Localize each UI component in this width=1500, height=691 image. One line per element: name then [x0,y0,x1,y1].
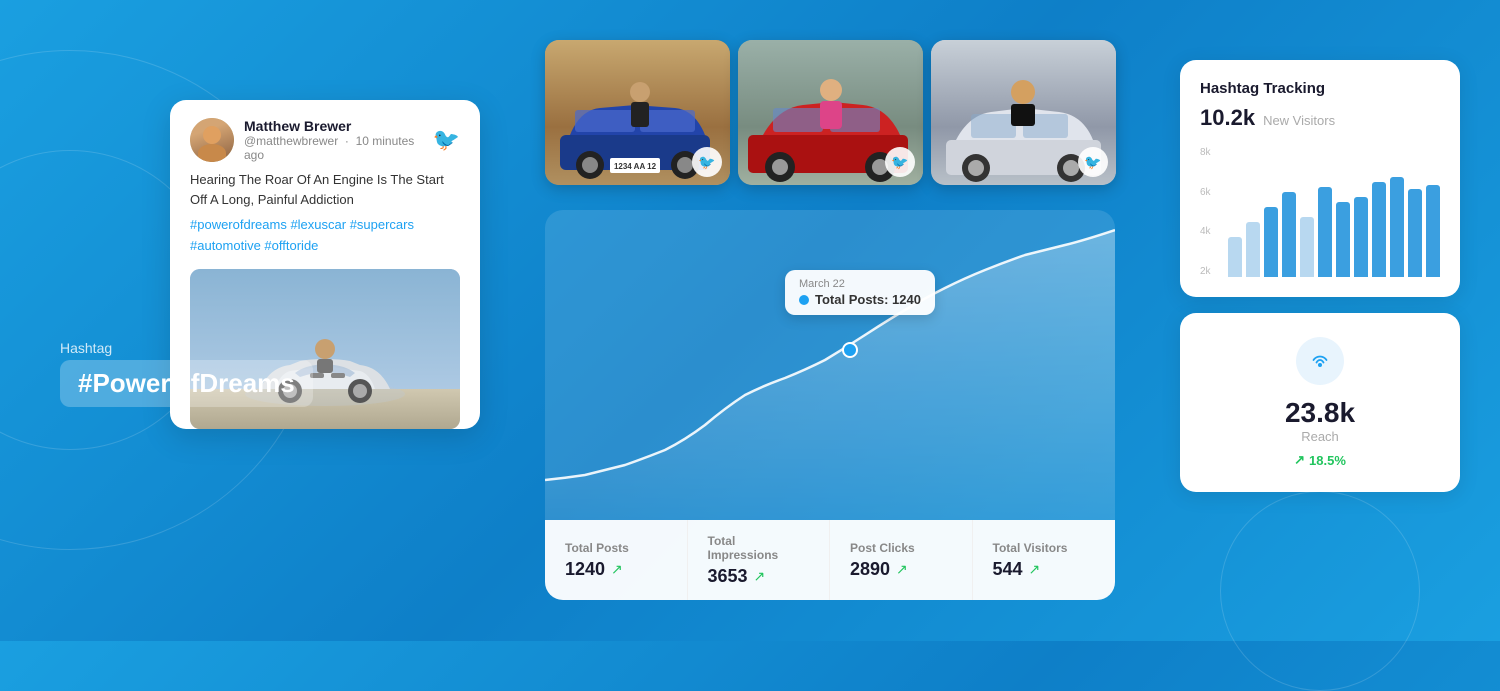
stat-value-clicks: 2890 [850,559,890,580]
tweet-author: Matthew Brewer @matthewbrewer · 10 minut… [244,118,433,162]
bar-9 [1390,177,1404,277]
photo-grid: 1234 AA 12 🐦 [545,40,1116,185]
hashtag-tracking-card: Hashtag Tracking 10.2k New Visitors 8k 6… [1180,60,1460,297]
stat-arrow-clicks: ↗ [896,561,908,578]
stat-value-posts: 1240 [565,559,605,580]
photo-card-2: 🐦 [738,40,923,185]
twitter-badge-2: 🐦 [885,147,915,177]
visitors-row: 10.2k New Visitors [1200,105,1440,131]
stat-label-visitors: Total Visitors [993,541,1068,555]
stat-value-row-visitors: 544 ↗ [993,559,1041,580]
bars-wrapper [1228,147,1440,277]
hashtag-label: Hashtag #PowerOfDreams [60,340,313,407]
chart-tooltip: March 22 Total Posts: 1240 [785,270,935,315]
twitter-icon: 🐦 [433,127,460,153]
photo-card-3: 🐦 [931,40,1116,185]
chart-area: March 22 Total Posts: 1240 [545,210,1115,520]
stat-total-posts: Total Posts 1240 ↗ [545,520,688,600]
visitors-label: New Visitors [1263,113,1335,128]
stat-arrow-visitors: ↗ [1029,561,1041,578]
y-axis: 8k 6k 4k 2k [1200,147,1211,277]
bar-4 [1300,217,1314,277]
twitter-badge-3: 🐦 [1078,147,1108,177]
stat-post-clicks: Post Clicks 2890 ↗ [830,520,973,600]
tooltip-date: March 22 [799,278,921,290]
stat-total-visitors: Total Visitors 544 ↗ [973,520,1116,600]
hashtag-category: Hashtag [60,340,313,356]
bar-10 [1408,189,1422,277]
wifi-icon [1296,337,1344,385]
growth-value: 18.5% [1309,453,1346,468]
tweet-text: Hearing The Roar Of An Engine Is The Sta… [190,170,460,209]
stat-value-row-clicks: 2890 ↗ [850,559,908,580]
tweet-header: Matthew Brewer @matthewbrewer · 10 minut… [190,118,460,162]
stat-label-posts: Total Posts [565,541,629,555]
photo-card-1: 1234 AA 12 🐦 [545,40,730,185]
reach-value: 23.8k [1285,397,1355,429]
tooltip-dot [799,295,809,305]
stat-value-row-posts: 1240 ↗ [565,559,623,580]
stat-label-clicks: Post Clicks [850,541,915,555]
stat-label-impressions: Total Impressions [708,534,810,562]
bg-decoration-3 [1220,491,1420,691]
bar-8 [1372,182,1386,277]
tooltip-content: Total Posts: 1240 [799,292,921,307]
growth-arrow-icon: ↗ [1294,452,1305,468]
svg-text:1234 AA 12: 1234 AA 12 [614,162,657,171]
bar-5 [1318,187,1332,277]
right-panel: Hashtag Tracking 10.2k New Visitors 8k 6… [1180,60,1460,492]
avatar [190,118,234,162]
tweet-hashtags: #powerofdreams #lexuscar #supercars #aut… [190,215,460,257]
bar-7 [1354,197,1368,277]
visitors-count: 10.2k [1200,105,1255,131]
reach-card: 23.8k Reach ↗ 18.5% [1180,313,1460,492]
hashtag-tracking-title: Hashtag Tracking [1200,80,1440,97]
bar-6 [1336,202,1350,277]
bar-11 [1426,185,1440,277]
author-handle: @matthewbrewer · 10 minutes ago [244,134,433,162]
stat-value-impressions: 3653 [708,566,748,587]
bar-2 [1264,207,1278,277]
twitter-badge-1: 🐦 [692,147,722,177]
stat-total-impressions: Total Impressions 3653 ↗ [688,520,831,600]
author-name: Matthew Brewer [244,118,433,134]
bar-3 [1282,192,1296,277]
stat-value-row-impressions: 3653 ↗ [708,566,766,587]
bar-0 [1228,237,1242,277]
chart-section: March 22 Total Posts: 1240 Total Posts 1… [545,210,1115,600]
stat-arrow-posts: ↗ [611,561,623,578]
reach-growth: ↗ 18.5% [1294,452,1346,468]
bar-chart: 8k 6k 4k 2k [1200,147,1440,277]
chart-stats: Total Posts 1240 ↗ Total Impressions 365… [545,520,1115,600]
bar-1 [1246,222,1260,277]
stat-value-visitors: 544 [993,559,1023,580]
stat-arrow-impressions: ↗ [754,568,766,585]
reach-label: Reach [1301,429,1339,444]
hashtag-main: #PowerOfDreams [60,360,313,407]
